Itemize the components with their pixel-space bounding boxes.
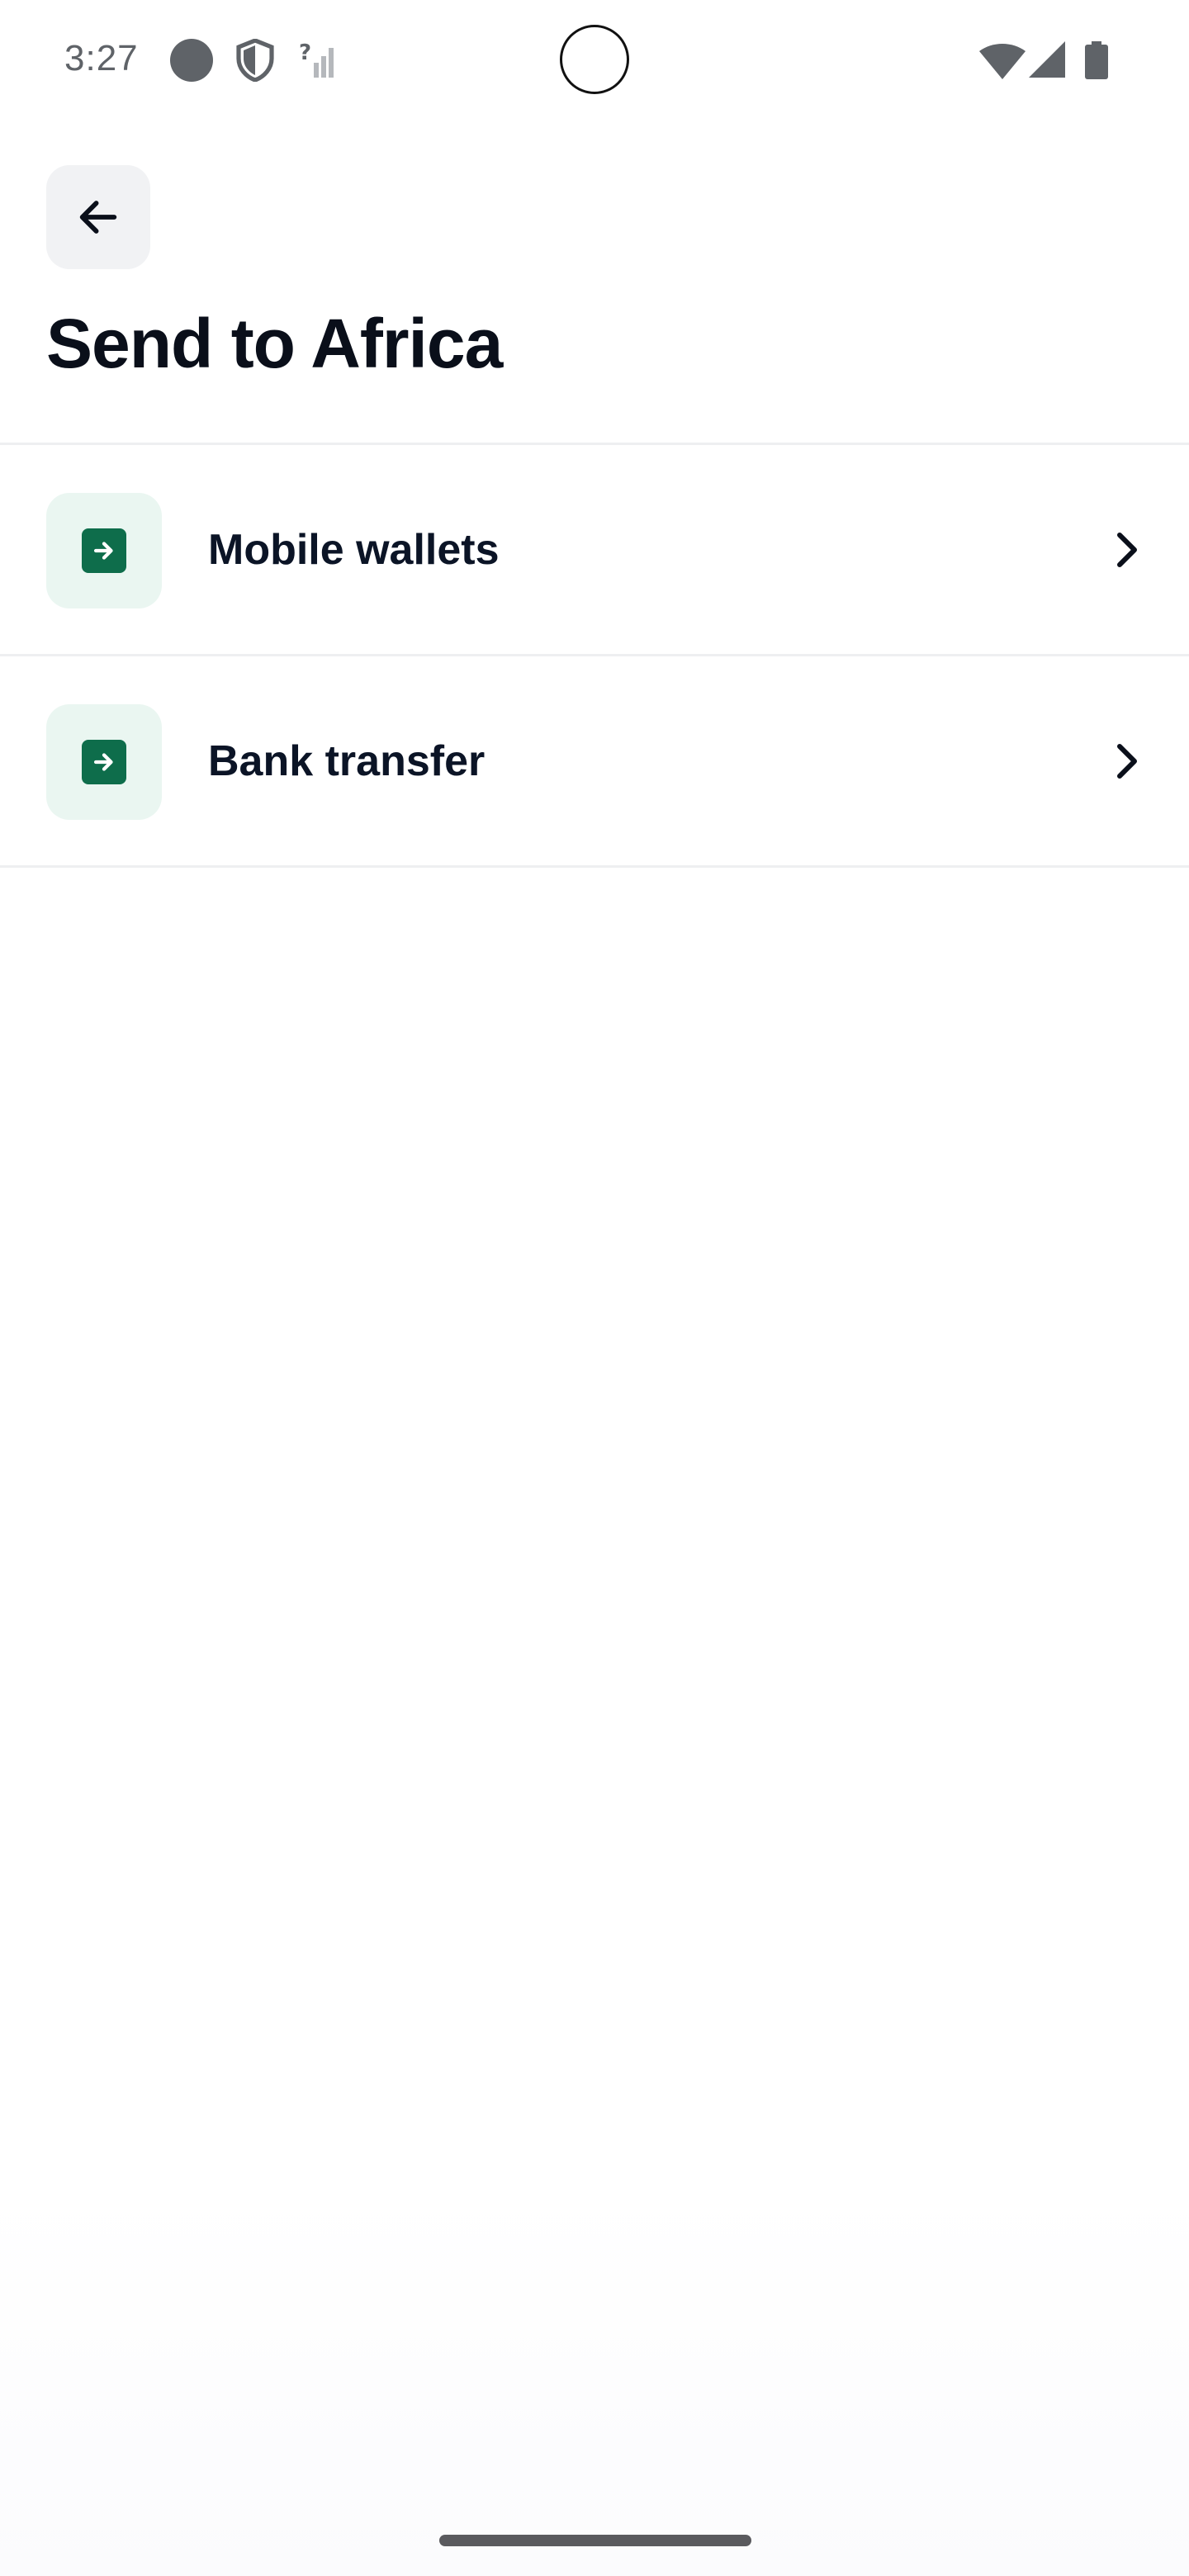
option-bank-transfer[interactable]: Bank transfer [0, 657, 1189, 865]
divider [0, 443, 1189, 445]
svg-text:?: ? [299, 40, 311, 65]
arrow-left-icon [79, 201, 117, 234]
screen: 3:27 ? Send to Africa Mobile wallets Ban… [0, 0, 1189, 2576]
battery-icon [1085, 41, 1108, 79]
shield-icon [236, 39, 274, 82]
option-icon-container [46, 493, 162, 608]
notification-dot-icon [170, 39, 213, 82]
divider [0, 865, 1189, 868]
camera-cutout [560, 25, 629, 94]
page-title: Send to Africa [46, 305, 503, 382]
wifi-icon [979, 44, 1026, 79]
cellular-signal-icon [1029, 41, 1065, 78]
chevron-right-icon [1117, 744, 1137, 779]
status-bar: 3:27 ? [0, 0, 1189, 119]
arrow-right-square-icon [82, 740, 126, 784]
divider [0, 654, 1189, 656]
option-label: Mobile wallets [208, 526, 500, 574]
arrow-right-square-icon [82, 528, 126, 573]
home-indicator[interactable] [439, 2535, 751, 2546]
status-time: 3:27 [64, 38, 139, 78]
no-signal-icon: ? [299, 40, 334, 78]
back-button[interactable] [46, 165, 150, 269]
option-label: Bank transfer [208, 737, 486, 785]
option-icon-container [46, 704, 162, 820]
option-mobile-wallets[interactable]: Mobile wallets [0, 446, 1189, 654]
chevron-right-icon [1117, 533, 1137, 567]
